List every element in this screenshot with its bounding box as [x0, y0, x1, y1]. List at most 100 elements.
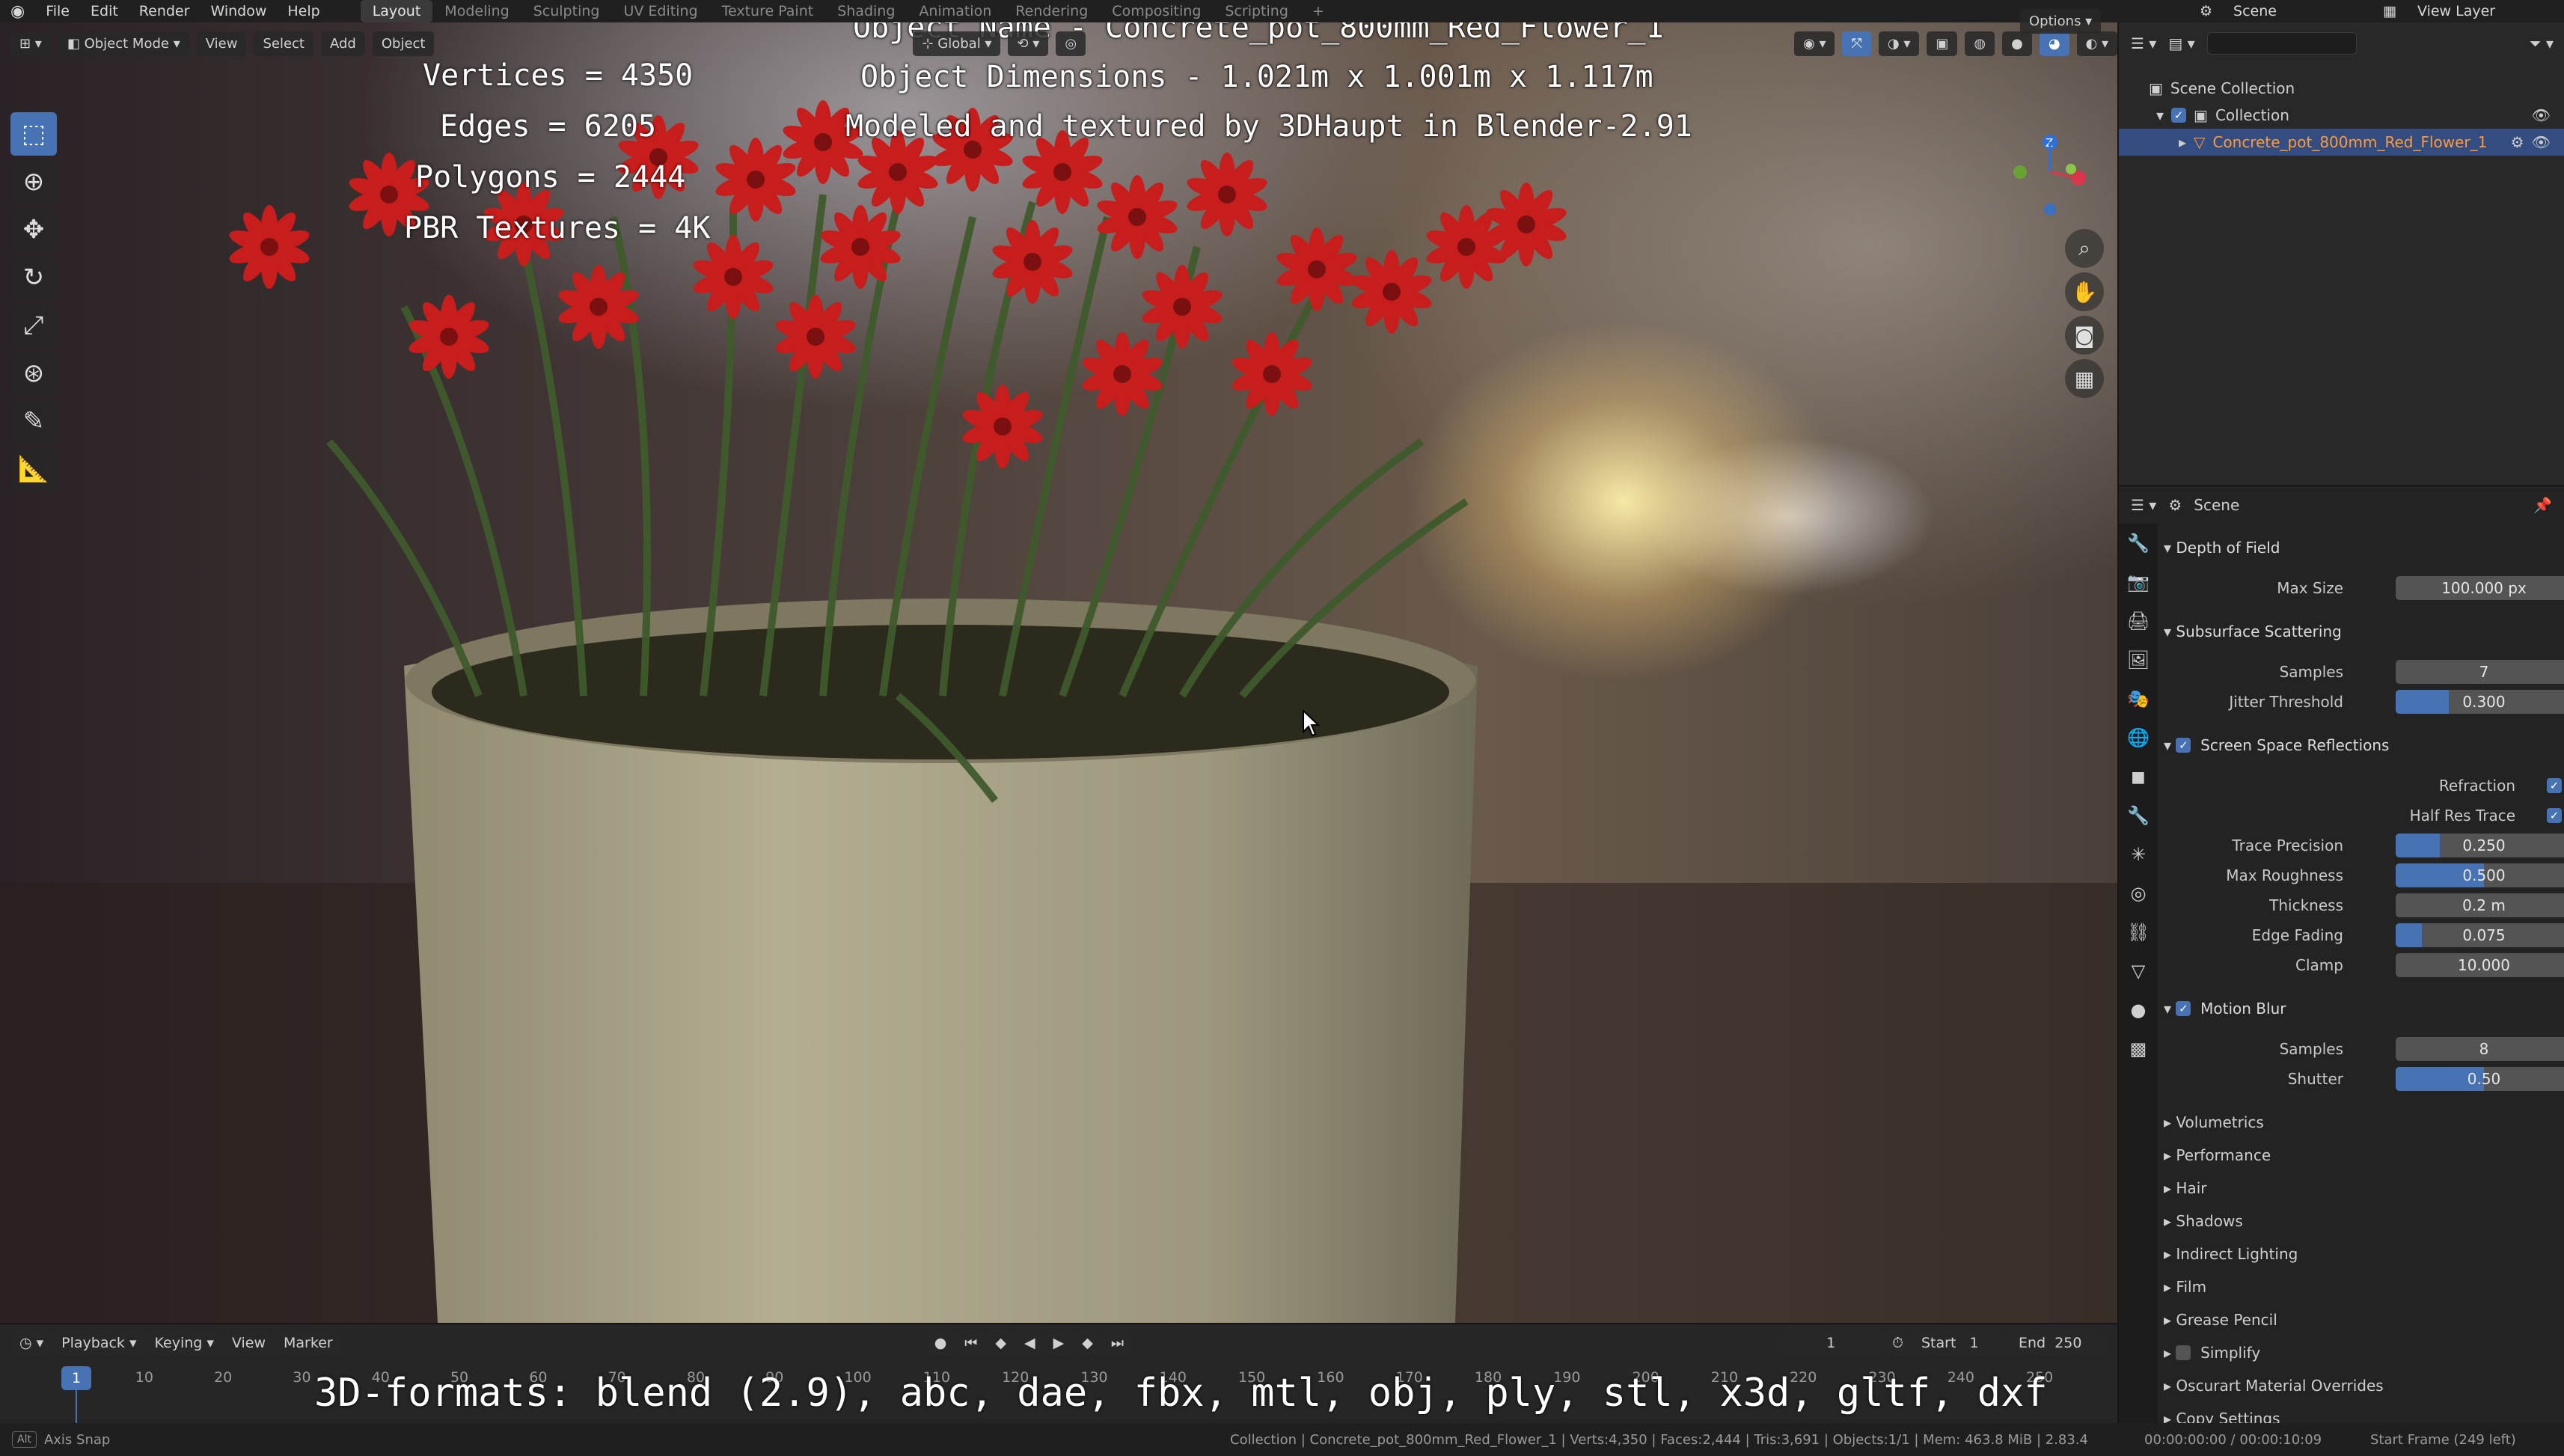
scale-icon[interactable]: ⤢	[10, 304, 57, 347]
tab-uv-editing[interactable]: UV Editing	[611, 0, 709, 22]
constraints-tab-icon[interactable]: ⛓	[2119, 913, 2158, 952]
snap-icon[interactable]: ⟲ ▾	[1008, 31, 1049, 56]
editor-type-icon[interactable]: ⊞ ▾	[10, 31, 51, 56]
section-simplify[interactable]: ▸ Simplify	[2164, 1339, 2560, 1366]
tab-layout[interactable]: Layout	[360, 0, 433, 22]
motion-blur-checkbox[interactable]: ✓	[2176, 1001, 2191, 1016]
timeline-view-menu[interactable]: View	[222, 1330, 275, 1356]
add-workspace-button[interactable]: +	[1300, 0, 1336, 22]
tab-scripting[interactable]: Scripting	[1213, 0, 1300, 22]
current-frame-field[interactable]: 1	[1778, 1330, 1884, 1356]
view-layer-tab-icon[interactable]: 🖼	[2119, 640, 2158, 679]
outliner-row-scene-collection[interactable]: ▣ Scene Collection	[2119, 75, 2564, 102]
gizmo-toggle-icon[interactable]: ⤧	[1842, 31, 1871, 56]
max-roughness-slider[interactable]: 0.500	[2396, 863, 2564, 887]
world-tab-icon[interactable]: 🌐	[2119, 718, 2158, 757]
menu-render[interactable]: Render	[129, 3, 201, 19]
outliner-editor-type-icon[interactable]: ☰ ▾	[2131, 34, 2156, 52]
viewport-3d[interactable]: Object Name - Concrete_pot_800mm_Red_Flo…	[0, 22, 2117, 1323]
blender-logo-icon[interactable]: ◉	[0, 2, 35, 21]
sss-samples-field[interactable]: 7	[2396, 660, 2564, 684]
viewport-menu-view[interactable]: View	[196, 31, 247, 56]
measure-icon[interactable]: 📐	[10, 447, 57, 491]
render-tab-icon[interactable]: 📷	[2119, 563, 2158, 602]
edge-fading-slider[interactable]: 0.075	[2396, 923, 2564, 947]
prev-keyframe-icon[interactable]: ◆	[986, 1330, 1016, 1356]
modifier-icon[interactable]: ⚙	[2511, 133, 2532, 151]
scene-selector[interactable]: Scene	[2223, 3, 2372, 19]
jump-end-icon[interactable]: ⏭	[1101, 1330, 1133, 1356]
move-icon[interactable]: ✥	[10, 208, 57, 251]
zoom-icon[interactable]: ⌕	[2065, 229, 2104, 268]
rendered-shading-icon[interactable]: ◐ ▾	[2076, 31, 2117, 56]
tab-sculpting[interactable]: Sculpting	[521, 0, 612, 22]
xray-icon[interactable]: ▣	[1927, 31, 1958, 56]
section-indirect-lighting[interactable]: ▸ Indirect Lighting	[2164, 1241, 2560, 1267]
half-res-checkbox[interactable]: ✓	[2547, 808, 2562, 823]
filter-icon[interactable]: ⏷ ▾	[2530, 34, 2564, 52]
annotate-icon[interactable]: ✎	[10, 400, 57, 443]
material-tab-icon[interactable]: ●	[2119, 991, 2158, 1030]
shutter-slider[interactable]: 0.50	[2396, 1067, 2564, 1091]
expand-arrow-icon[interactable]: ▾	[2156, 106, 2164, 124]
output-tab-icon[interactable]: 🖨	[2119, 602, 2158, 640]
section-hair[interactable]: ▸ Hair	[2164, 1175, 2560, 1202]
camera-view-icon[interactable]: ◙	[2065, 316, 2104, 355]
visibility-icon[interactable]: ◉ ▾	[1794, 31, 1835, 56]
proportional-edit-icon[interactable]: ◎	[1056, 31, 1086, 56]
next-keyframe-icon[interactable]: ◆	[1073, 1330, 1102, 1356]
section-film[interactable]: ▸ Film	[2164, 1273, 2560, 1300]
view-layer-icon[interactable]: ▦	[2372, 3, 2407, 19]
playhead[interactable]: 1	[61, 1366, 91, 1390]
display-mode-icon[interactable]: ▤ ▾	[2168, 34, 2194, 52]
properties-editor-type-icon[interactable]: ☰ ▾	[2131, 496, 2156, 514]
tab-rendering[interactable]: Rendering	[1003, 0, 1100, 22]
section-oscurart[interactable]: ▸ Oscurart Material Overrides	[2164, 1372, 2560, 1399]
wireframe-shading-icon[interactable]: ◍	[1965, 31, 1995, 56]
viewport-menu-select[interactable]: Select	[254, 31, 313, 56]
transform-icon[interactable]: ⊛	[10, 352, 57, 395]
tool-tab-icon[interactable]: 🔧	[2119, 524, 2158, 563]
trace-precision-slider[interactable]: 0.250	[2396, 833, 2564, 857]
marker-menu[interactable]: Marker	[275, 1330, 342, 1356]
object-tab-icon[interactable]: ◼	[2119, 757, 2158, 796]
section-motion-blur[interactable]: ▾ ✓ Motion Blur	[2164, 995, 2560, 1022]
preview-range-icon[interactable]: ⏱	[1883, 1330, 1912, 1356]
max-size-field[interactable]: 100.000 px	[2396, 576, 2564, 600]
section-depth-of-field[interactable]: ▾ Depth of Field	[2164, 534, 2560, 561]
tab-animation[interactable]: Animation	[907, 0, 1003, 22]
select-box-icon[interactable]: ⬚	[10, 112, 57, 156]
pan-hand-icon[interactable]: ✋	[2065, 272, 2104, 311]
tab-texture-paint[interactable]: Texture Paint	[710, 0, 826, 22]
object-mode-dropdown[interactable]: ◧ Object Mode ▾	[58, 31, 189, 56]
thickness-field[interactable]: 0.2 m	[2396, 893, 2564, 917]
section-screen-space-reflections[interactable]: ▾ ✓ Screen Space Reflections	[2164, 732, 2560, 759]
section-subsurface-scattering[interactable]: ▾ Subsurface Scattering	[2164, 618, 2560, 645]
menu-help[interactable]: Help	[277, 3, 330, 19]
playback-menu[interactable]: Playback ▾	[52, 1330, 146, 1356]
menu-edit[interactable]: Edit	[80, 3, 129, 19]
section-volumetrics[interactable]: ▸ Volumetrics	[2164, 1109, 2560, 1136]
outliner-row-collection[interactable]: ▾ ✓ ▣ Collection 👁	[2119, 102, 2564, 129]
cursor-icon[interactable]: ⊕	[10, 160, 57, 204]
play-reverse-icon[interactable]: ◀	[1015, 1330, 1044, 1356]
expand-arrow-icon[interactable]: ▸	[2179, 133, 2186, 151]
keying-menu[interactable]: Keying ▾	[145, 1330, 223, 1356]
solid-shading-icon[interactable]: ●	[2002, 31, 2032, 56]
outliner-row-object[interactable]: ▸ ▽ Concrete_pot_800mm_Red_Flower_1 ⚙ 👁	[2119, 129, 2564, 156]
mb-samples-field[interactable]: 8	[2396, 1037, 2564, 1061]
timeline-editor-type-icon[interactable]: ◷ ▾	[10, 1330, 53, 1356]
overlay-toggle-icon[interactable]: ◑ ▾	[1878, 31, 1920, 56]
outliner-search-input[interactable]	[2206, 32, 2357, 55]
record-icon[interactable]: ●	[925, 1330, 956, 1356]
rotate-icon[interactable]: ↻	[10, 256, 57, 299]
menu-file[interactable]: File	[35, 3, 80, 19]
modifier-tab-icon[interactable]: 🔧	[2119, 796, 2158, 835]
jitter-threshold-slider[interactable]: 0.300	[2396, 690, 2564, 714]
end-frame-field[interactable]: End 250	[2010, 1330, 2107, 1356]
tab-modeling[interactable]: Modeling	[432, 0, 521, 22]
clamp-field[interactable]: 10.000	[2396, 953, 2564, 977]
view-layer-selector[interactable]: View Layer	[2407, 3, 2564, 19]
jump-start-icon[interactable]: ⏮	[955, 1330, 987, 1356]
play-icon[interactable]: ▶	[1044, 1330, 1074, 1356]
